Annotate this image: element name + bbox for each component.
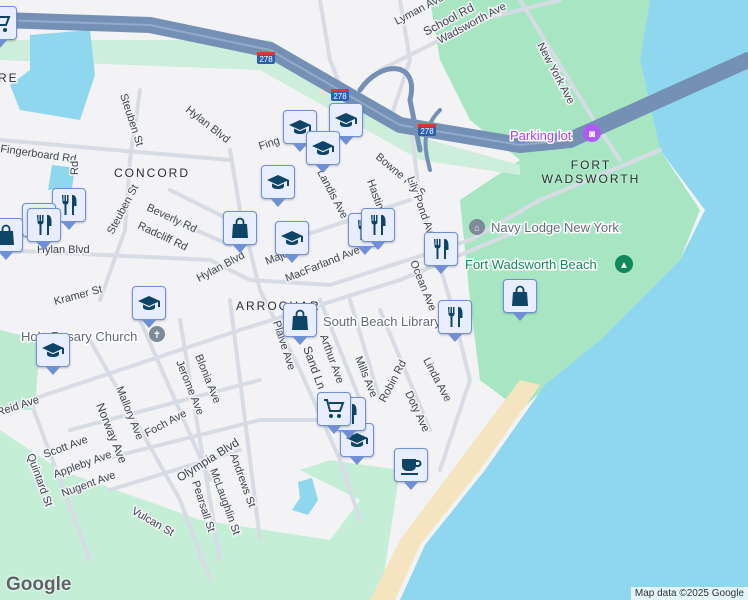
- restaurant-icon: [429, 237, 453, 261]
- graduation-cap-icon: [137, 291, 161, 315]
- marker-shopping-bag[interactable]: [503, 279, 537, 321]
- coffee-icon: [399, 453, 423, 477]
- marker-cart[interactable]: [317, 392, 351, 434]
- shopping-bag-icon: [508, 284, 532, 308]
- svg-text:⌂: ⌂: [474, 223, 479, 233]
- svg-text:Fort Wadsworth Beach: Fort Wadsworth Beach: [465, 257, 597, 272]
- svg-text:Doty Ave: Doty Ave: [402, 389, 431, 434]
- svg-text:Linda Ave: Linda Ave: [420, 356, 453, 404]
- graduation-cap-icon: [280, 226, 304, 250]
- graduation-cap-icon: [41, 338, 65, 362]
- poi-south-beach-library[interactable]: South Beach Library: [322, 313, 443, 331]
- map-attribution[interactable]: Map data ©2025 Google: [630, 587, 748, 600]
- marker-graduation-cap[interactable]: [306, 131, 340, 173]
- shopping-bag-icon: [288, 308, 312, 332]
- graduation-cap-icon: [266, 170, 290, 194]
- marker-restaurant[interactable]: [438, 300, 472, 342]
- marker-restaurant[interactable]: [424, 232, 458, 274]
- svg-text:South Beach Library: South Beach Library: [323, 314, 441, 329]
- marker-coffee[interactable]: [394, 448, 428, 490]
- marker-graduation-cap[interactable]: [36, 333, 70, 375]
- svg-text:Parking lot: Parking lot: [510, 128, 572, 143]
- svg-text:Rd: Rd: [69, 161, 81, 175]
- svg-text:278: 278: [259, 55, 273, 64]
- label-concord: CONCORD: [114, 166, 190, 180]
- marker-shopping-bag[interactable]: [283, 303, 317, 345]
- marker-restaurant[interactable]: [27, 208, 61, 250]
- google-logo: Google: [6, 574, 72, 595]
- svg-text:▲: ▲: [619, 260, 629, 271]
- svg-text:278: 278: [420, 127, 434, 136]
- graduation-cap-icon: [311, 136, 335, 160]
- pond-south: [292, 478, 318, 515]
- marker-shopping-bag[interactable]: [223, 211, 257, 253]
- svg-text:Hylan Blvd: Hylan Blvd: [183, 104, 232, 146]
- restaurant-icon: [32, 213, 56, 237]
- svg-text:✝: ✝: [153, 330, 161, 341]
- svg-text:278: 278: [333, 92, 347, 101]
- marker-shopping-bag[interactable]: [0, 218, 23, 260]
- svg-text:Fing: Fing: [257, 135, 281, 153]
- cart-icon: [322, 397, 346, 421]
- shopping-bag-icon: [0, 223, 18, 247]
- restaurant-icon: [366, 213, 390, 237]
- svg-text:Landis Ave: Landis Ave: [314, 168, 350, 221]
- svg-text:Foch Ave: Foch Ave: [143, 408, 189, 440]
- svg-text:Navy Lodge New York: Navy Lodge New York: [491, 220, 619, 235]
- svg-text:Kramer St: Kramer St: [53, 283, 104, 307]
- marker-restaurant[interactable]: [361, 208, 395, 250]
- svg-text:◙: ◙: [589, 129, 595, 140]
- marker-graduation-cap[interactable]: [275, 221, 309, 263]
- marker-graduation-cap[interactable]: [261, 165, 295, 207]
- svg-text:Scott Ave: Scott Ave: [42, 434, 90, 461]
- cart-icon: [0, 11, 12, 35]
- label-fort-wadsworth: FORT WADSWORTH: [541, 158, 641, 186]
- marker-graduation-cap[interactable]: [132, 286, 166, 328]
- shopping-bag-icon: [228, 216, 252, 240]
- restaurant-icon: [443, 305, 467, 329]
- marker-cart[interactable]: [0, 6, 17, 48]
- map-canvas[interactable]: 278 278 278 CONCORD ARROCHAR RE Lyman Av…: [0, 0, 748, 600]
- poi-navy-lodge[interactable]: ⌂ Navy Lodge New York: [469, 219, 621, 237]
- graduation-cap-icon: [334, 108, 358, 132]
- label-partial: RE: [0, 71, 19, 85]
- svg-text:Hylan Blvd: Hylan Blvd: [195, 249, 247, 284]
